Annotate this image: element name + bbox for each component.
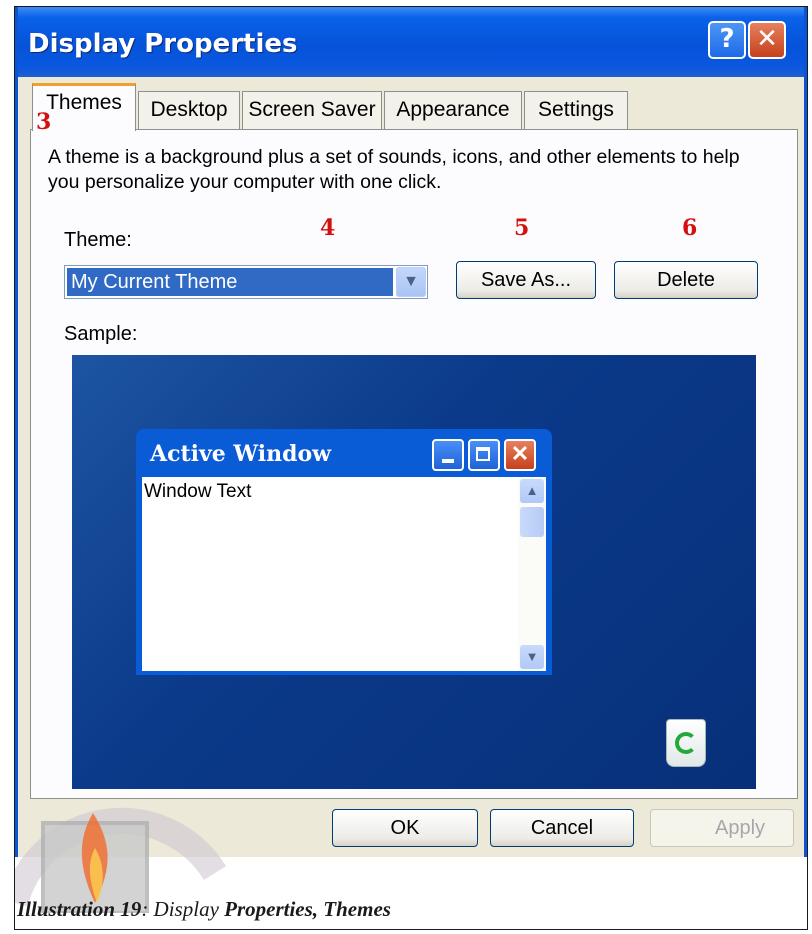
- screenshot-frame: Display Properties ? ✕ Themes Desktop Sc…: [14, 6, 808, 930]
- caption-rest-bold: Properties, Themes: [224, 897, 391, 921]
- annotation-3: 3: [36, 109, 52, 135]
- tab-appearance[interactable]: Appearance: [384, 91, 522, 129]
- sample-window-body: Window Text ▲ ▼: [142, 477, 546, 671]
- chevron-down-icon[interactable]: ▼: [396, 267, 426, 297]
- apply-button[interactable]: Apply: [650, 809, 794, 847]
- theme-dropdown-value: My Current Theme: [67, 268, 393, 296]
- tab-desktop[interactable]: Desktop: [138, 91, 240, 129]
- themes-description: A theme is a background plus a set of so…: [48, 146, 740, 193]
- window-title: Display Properties: [28, 29, 298, 59]
- close-button[interactable]: ✕: [748, 21, 786, 59]
- sample-scrollbar: ▲ ▼: [518, 477, 546, 671]
- theme-dropdown[interactable]: My Current Theme ▼: [64, 265, 428, 299]
- title-bar[interactable]: Display Properties ? ✕: [18, 7, 804, 77]
- annotation-4: 4: [320, 215, 336, 241]
- tab-settings[interactable]: Settings: [524, 91, 628, 129]
- caption-rest: : Display: [141, 897, 225, 921]
- tab-screen-saver[interactable]: Screen Saver: [242, 91, 382, 129]
- cancel-button[interactable]: Cancel: [490, 809, 634, 847]
- minimize-icon: [432, 439, 464, 471]
- save-as-button[interactable]: Save As...: [456, 261, 596, 299]
- scroll-thumb: [520, 507, 544, 537]
- sample-close-icon: ✕: [504, 439, 536, 471]
- display-properties-window: Display Properties ? ✕ Themes Desktop Sc…: [15, 7, 807, 857]
- sample-window-text: Window Text: [144, 481, 252, 502]
- maximize-icon: [468, 439, 500, 471]
- figure-caption: Illustration 19: Display Properties, The…: [17, 897, 391, 922]
- theme-label: Theme:: [64, 229, 132, 251]
- sample-window-title: Active Window: [150, 441, 332, 467]
- sample-label: Sample:: [64, 323, 138, 345]
- sample-active-window: Active Window ✕ Window Text ▲ ▼: [136, 429, 552, 675]
- scroll-down-icon: ▼: [520, 645, 544, 669]
- ok-button[interactable]: OK: [332, 809, 478, 847]
- scroll-up-icon: ▲: [520, 479, 544, 503]
- caption-prefix: Illustration 19: [17, 897, 142, 921]
- delete-button[interactable]: Delete: [614, 261, 758, 299]
- recycle-bin-icon: [666, 719, 706, 767]
- annotation-6: 6: [682, 215, 698, 241]
- help-button[interactable]: ?: [708, 21, 746, 59]
- annotation-5: 5: [514, 215, 530, 241]
